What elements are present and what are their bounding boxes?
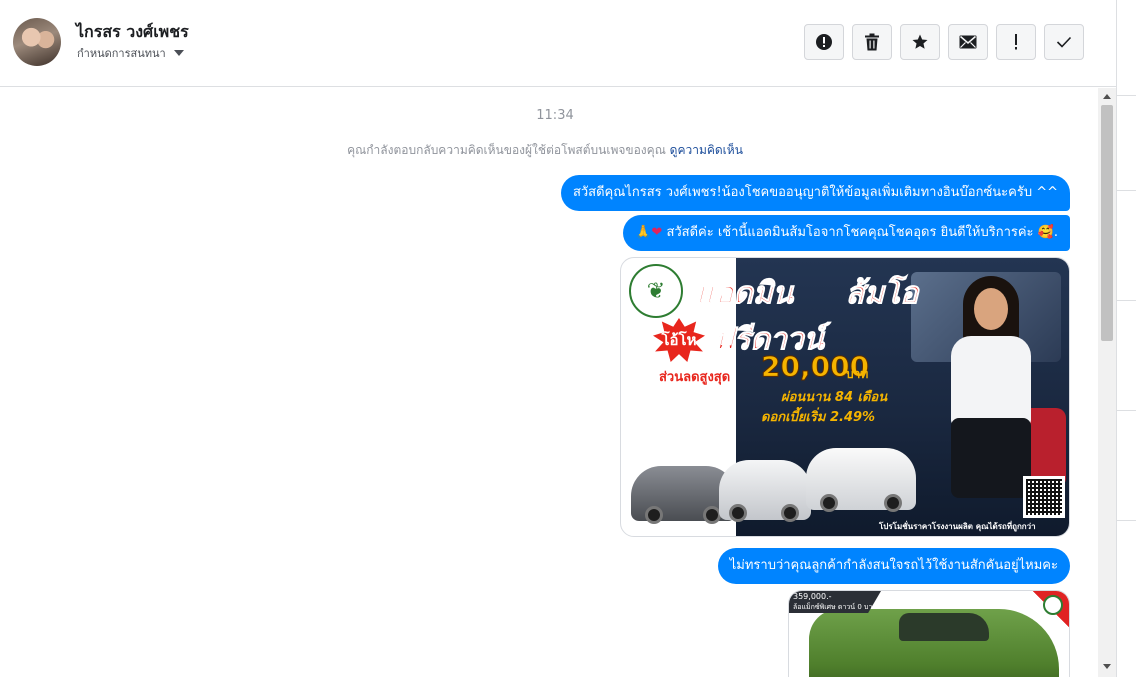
message-bubble[interactable]: ไม่ทราบว่าคุณลูกค้ากำลังสนใจรถไว้ใช้งานส… (717, 548, 1070, 584)
scrollbar-thumb[interactable] (1101, 105, 1113, 341)
star-icon (912, 34, 928, 49)
car-pickup-shape (719, 460, 811, 522)
message-bubble[interactable]: สวัสดีคุณไกรสร วงศ์เพชร!น้องโชคขออนุญาติ… (560, 175, 1070, 211)
message-timestamp: 11:34 (536, 108, 574, 123)
promo-interest: ดอกเบี้ยเริ่ม 2.49% (761, 410, 876, 425)
right-edge-panel (1117, 0, 1136, 677)
promo2-price: 359,000.- (793, 592, 832, 601)
mark-important-button[interactable] (996, 24, 1036, 60)
envelope-icon (959, 35, 977, 49)
admin-shirt-shape (951, 336, 1031, 426)
conversation-scrollbar[interactable] (1098, 88, 1116, 677)
report-spam-button[interactable] (804, 24, 844, 60)
conversation-schedule-label: กำหนดการสนทนา (77, 47, 166, 60)
car-truck-shape (806, 448, 916, 512)
reply-notice: คุณกำลังตอบกลับความคิดเห็นของผู้ใช้ต่อโพ… (0, 141, 1090, 160)
caret-down-icon (173, 50, 184, 56)
check-icon (1056, 36, 1072, 48)
admin-pants-shape (951, 418, 1031, 498)
view-comment-link[interactable]: ดูความคิดเห็น (670, 143, 743, 157)
exclamation-icon (1015, 34, 1017, 50)
reply-notice-text: คุณกำลังตอบกลับความคิดเห็นของผู้ใช้ต่อโพ… (347, 143, 666, 157)
scroll-up-icon[interactable] (1103, 94, 1111, 99)
alert-circle-icon (816, 34, 832, 50)
heart-icon: ❤ (651, 225, 663, 240)
promo2-note: ล้อแม็กซ์พิเศษ ดาวน์ 0 บาท (793, 603, 877, 611)
qr-code-icon (1023, 476, 1065, 518)
promo-title-name: ส้มโอ (845, 276, 919, 312)
message-panel: ไกรสร วงศ์เพชร กำหนดการสนทนา 11:34 คุณกำ… (0, 0, 1117, 677)
pray-emoji: 🙏 (635, 225, 652, 240)
promo-installment: ผ่อนนาน 84 เดือน (781, 390, 888, 405)
promo-footer: โปรโมชั่นราคาโรงงานผลิต คุณได้รถที่ถูกกว… (879, 522, 1036, 531)
promo-discount-label: ส่วนลดสูงสุด (659, 370, 731, 385)
mark-done-button[interactable] (1044, 24, 1084, 60)
dealer-logo-icon (1043, 595, 1063, 615)
promo-image[interactable]: ❦ แอดมิน ส้มโอ โอ้โห ฟรีดาวน์ ส่วนลดสูงส… (620, 257, 1070, 537)
conversation-thread: 11:34 คุณกำลังตอบกลับความคิดเห็นของผู้ใช… (0, 88, 1098, 677)
contact-name[interactable]: ไกรสร วงศ์เพชร (76, 20, 189, 45)
delete-button[interactable] (852, 24, 892, 60)
mark-unread-button[interactable] (948, 24, 988, 60)
avatar[interactable] (13, 18, 61, 66)
message-bubble[interactable]: 🙏❤ สวัสดีค่ะ เช้านี้แอดมินส้มโอจากโชคคุณ… (623, 215, 1070, 251)
conversation-schedule-dropdown[interactable]: กำหนดการสนทนา (77, 44, 184, 62)
promo-title-admin: แอดมิน (695, 276, 794, 312)
conversation-header: ไกรสร วงศ์เพชร กำหนดการสนทนา (0, 0, 1116, 87)
scroll-down-icon[interactable] (1103, 664, 1111, 669)
trash-icon (865, 33, 879, 51)
admin-face-shape (974, 288, 1008, 330)
promo-currency: บาท (846, 367, 869, 381)
promo-image-2[interactable]: 359,000.- ล้อแม็กซ์พิเศษ ดาวน์ 0 บาท (788, 590, 1070, 677)
star-button[interactable] (900, 24, 940, 60)
truck-window-shape (899, 613, 989, 641)
message-text: สวัสดีค่ะ เช้านี้แอดมินส้มโอจากโชคคุณโชค… (662, 225, 1058, 240)
dealer-logo-icon: ❦ (629, 264, 683, 318)
promo-badge: โอ้โห (653, 318, 705, 362)
